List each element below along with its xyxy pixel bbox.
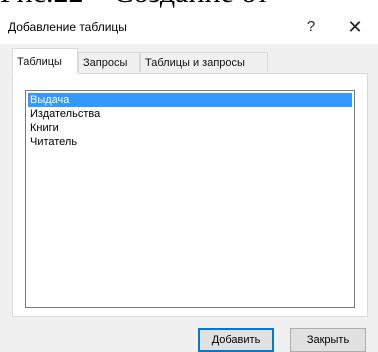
list-item[interactable]: Выдача bbox=[28, 93, 352, 107]
add-button[interactable]: Добавить bbox=[198, 328, 274, 352]
add-table-dialog: Добавление таблицы ? ✕ Таблицы Запросы Т… bbox=[0, 8, 378, 352]
help-button[interactable]: ? bbox=[294, 14, 328, 40]
dialog-titlebar: Добавление таблицы ? ✕ bbox=[0, 8, 378, 44]
tables-listbox[interactable]: Выдача Издательства Книги Читатель bbox=[25, 90, 355, 308]
list-item[interactable]: Читатель bbox=[28, 135, 352, 149]
tab-tables-and-queries[interactable]: Таблицы и запросы bbox=[140, 52, 268, 72]
tab-queries[interactable]: Запросы bbox=[78, 52, 140, 72]
close-icon: ✕ bbox=[347, 17, 363, 37]
question-mark-icon: ? bbox=[306, 18, 316, 35]
tab-strip: Таблицы Запросы Таблицы и запросы bbox=[12, 48, 368, 74]
screenshot: Рис.22 – Создание от Добавление таблицы … bbox=[0, 0, 378, 352]
dialog-title: Добавление таблицы bbox=[8, 20, 127, 34]
close-window-button[interactable]: ✕ bbox=[338, 14, 372, 40]
close-button[interactable]: Закрыть bbox=[290, 328, 366, 352]
tab-tables[interactable]: Таблицы bbox=[12, 48, 78, 74]
tab-panel: Выдача Издательства Книги Читатель bbox=[12, 73, 368, 317]
document-caption: Рис.22 – Создание от bbox=[0, 0, 378, 8]
list-item[interactable]: Издательства bbox=[28, 107, 352, 121]
list-item[interactable]: Книги bbox=[28, 121, 352, 135]
